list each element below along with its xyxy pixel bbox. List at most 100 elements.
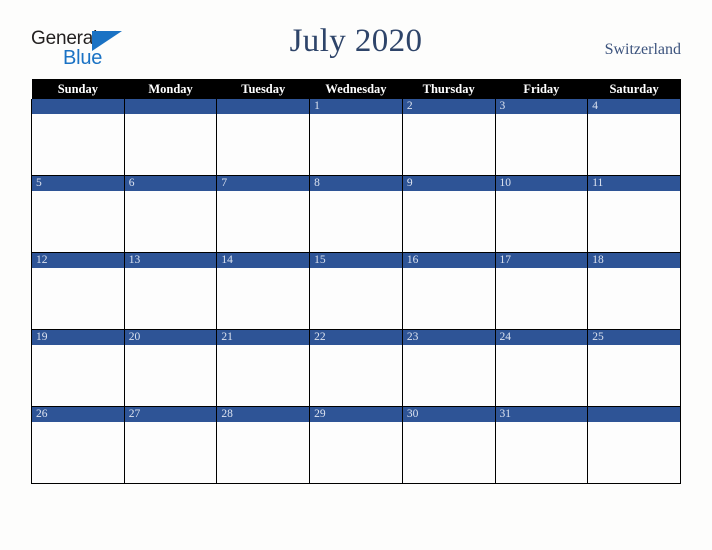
calendar-day-cell[interactable]: 17	[494, 252, 589, 330]
day-content[interactable]	[495, 191, 588, 252]
day-content[interactable]	[32, 114, 124, 175]
calendar-day-cell[interactable]: 6	[123, 175, 218, 253]
calendar-day-cell[interactable]: 14	[216, 252, 311, 330]
calendar-day-cell[interactable]: 20	[123, 329, 218, 407]
day-content[interactable]	[124, 345, 217, 406]
day-content[interactable]	[495, 345, 588, 406]
day-content[interactable]	[310, 114, 402, 175]
day-number: 31	[495, 407, 588, 422]
calendar-day-cell[interactable]: 24	[494, 329, 589, 407]
day-content[interactable]	[588, 268, 680, 329]
calendar-day-cell[interactable]: 4	[587, 99, 681, 176]
day-content[interactable]	[124, 191, 217, 252]
day-content[interactable]	[32, 345, 124, 406]
calendar-day-cell[interactable]	[31, 99, 125, 176]
day-number: 26	[32, 407, 124, 422]
day-number	[217, 99, 310, 114]
day-content[interactable]	[310, 191, 402, 252]
day-number	[32, 99, 124, 114]
calendar-day-cell[interactable]	[216, 99, 311, 176]
calendar-day-cell[interactable]: 15	[309, 252, 403, 330]
calendar-day-cell[interactable]: 18	[587, 252, 681, 330]
day-number: 19	[32, 330, 124, 345]
day-content[interactable]	[124, 422, 217, 483]
day-number: 18	[588, 253, 680, 268]
day-content[interactable]	[217, 114, 310, 175]
calendar-day-cell[interactable]: 5	[31, 175, 125, 253]
day-number: 15	[310, 253, 402, 268]
calendar-day-cell[interactable]: 3	[494, 99, 589, 176]
calendar-week-row: 26 27 28 29 30 31	[31, 406, 681, 484]
calendar-page: General Blue July 2020 Switzerland Sunda…	[0, 0, 712, 550]
calendar-day-cell[interactable]: 9	[401, 175, 496, 253]
calendar-day-cell[interactable]: 1	[309, 99, 403, 176]
day-content[interactable]	[588, 422, 680, 483]
weekday-header-friday: Friday	[495, 79, 588, 99]
day-content[interactable]	[495, 268, 588, 329]
calendar-day-cell[interactable]: 2	[401, 99, 496, 176]
calendar-day-cell[interactable]: 10	[494, 175, 589, 253]
day-content[interactable]	[217, 191, 310, 252]
day-number: 21	[217, 330, 310, 345]
day-content[interactable]	[310, 345, 402, 406]
day-number: 6	[124, 176, 217, 191]
day-content[interactable]	[588, 191, 680, 252]
day-number: 13	[124, 253, 217, 268]
day-content[interactable]	[310, 422, 402, 483]
day-number: 14	[217, 253, 310, 268]
calendar-day-cell[interactable]: 8	[309, 175, 403, 253]
country-label: Switzerland	[604, 41, 681, 58]
calendar-day-cell[interactable]: 22	[309, 329, 403, 407]
calendar-day-cell[interactable]: 31	[494, 406, 589, 484]
calendar-day-cell[interactable]: 13	[123, 252, 218, 330]
calendar-day-cell[interactable]: 28	[216, 406, 311, 484]
day-number: 12	[32, 253, 124, 268]
day-content[interactable]	[402, 422, 495, 483]
day-number: 4	[588, 99, 680, 114]
weekday-header-thursday: Thursday	[402, 79, 496, 99]
calendar-day-cell[interactable]	[587, 406, 681, 484]
day-number: 30	[402, 407, 495, 422]
calendar-body: 1 2 3 4 5 6 7 8 9 10 11 12 13 14 15 16 1…	[31, 99, 681, 484]
day-content[interactable]	[124, 268, 217, 329]
day-content[interactable]	[402, 345, 495, 406]
calendar-grid: Sunday Monday Tuesday Wednesday Thursday…	[31, 79, 681, 484]
calendar-header-row: Sunday Monday Tuesday Wednesday Thursday…	[31, 79, 681, 99]
calendar-day-cell[interactable]: 30	[401, 406, 496, 484]
calendar-day-cell[interactable]: 21	[216, 329, 311, 407]
day-content[interactable]	[32, 422, 124, 483]
calendar-day-cell[interactable]: 25	[587, 329, 681, 407]
day-content[interactable]	[495, 422, 588, 483]
calendar-day-cell[interactable]: 19	[31, 329, 125, 407]
calendar-day-cell[interactable]: 11	[587, 175, 681, 253]
calendar-day-cell[interactable]: 26	[31, 406, 125, 484]
day-content[interactable]	[217, 268, 310, 329]
day-content[interactable]	[217, 422, 310, 483]
day-content[interactable]	[310, 268, 402, 329]
day-content[interactable]	[495, 114, 588, 175]
calendar-day-cell[interactable]	[123, 99, 218, 176]
day-content[interactable]	[402, 114, 495, 175]
day-content[interactable]	[217, 345, 310, 406]
day-number: 25	[588, 330, 680, 345]
day-number: 17	[495, 253, 588, 268]
day-number: 24	[495, 330, 588, 345]
day-content[interactable]	[588, 114, 680, 175]
day-content[interactable]	[402, 268, 495, 329]
day-content[interactable]	[124, 114, 217, 175]
calendar-day-cell[interactable]: 12	[31, 252, 125, 330]
calendar-day-cell[interactable]: 23	[401, 329, 496, 407]
calendar-day-cell[interactable]: 29	[309, 406, 403, 484]
day-number: 7	[217, 176, 310, 191]
calendar-day-cell[interactable]: 7	[216, 175, 311, 253]
day-number	[124, 99, 217, 114]
calendar-day-cell[interactable]: 27	[123, 406, 218, 484]
day-number: 5	[32, 176, 124, 191]
day-content[interactable]	[32, 191, 124, 252]
calendar-day-cell[interactable]: 16	[401, 252, 496, 330]
day-content[interactable]	[588, 345, 680, 406]
day-content[interactable]	[32, 268, 124, 329]
calendar-week-row: 19 20 21 22 23 24 25	[31, 329, 681, 407]
day-number: 2	[402, 99, 495, 114]
day-content[interactable]	[402, 191, 495, 252]
